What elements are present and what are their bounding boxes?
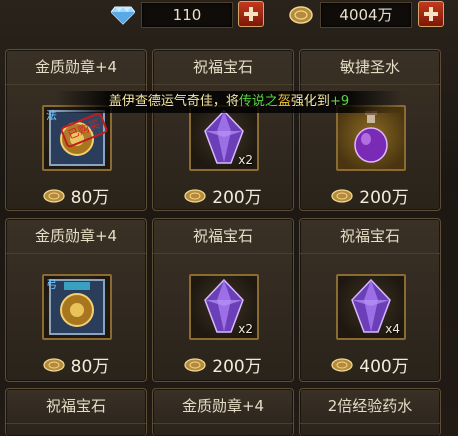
shop-item-card[interactable]: 祝福宝石 x4 400万 (299, 218, 441, 382)
price-value: 80万 (70, 188, 110, 208)
item-price: 200万 (153, 352, 293, 377)
gold-coin-icon (43, 357, 65, 372)
item-slot[interactable]: 法 已购买 (42, 105, 112, 171)
currency-bar: 110 4004万 (0, 0, 458, 30)
item-price: 80万 (6, 352, 146, 377)
banner-item-name: 传说之 (238, 94, 278, 109)
item-title: 祝福宝石 (6, 389, 146, 424)
item-slot[interactable]: x4 (336, 274, 406, 340)
shop-item-card[interactable]: 金质勋章+4 弓 80万 (5, 218, 147, 382)
item-title: 金质勋章+4 (6, 219, 146, 254)
price-value: 200万 (212, 357, 262, 377)
add-diamond-button[interactable] (238, 1, 264, 27)
item-quantity: x2 (238, 322, 253, 336)
diamond-icon (111, 6, 135, 25)
announcement-banner: 盖伊查德运气奇佳，将传说之盔强化到+9 (56, 91, 402, 113)
shop-item-card[interactable]: 金质勋章+4 法 已购买 80万 (5, 49, 147, 211)
shop-item-card[interactable]: 祝福宝石 x2 200万 (152, 49, 294, 211)
item-price: 200万 (153, 183, 293, 208)
item-slot[interactable]: x2 (189, 274, 259, 340)
banner-text: 强化到 (290, 94, 330, 109)
shop-screen: 110 4004万 金质勋章+4 法 已购买 80万 祝福宝石 x2 200万 … (0, 0, 458, 436)
price-value: 200万 (212, 188, 262, 208)
item-title: 祝福宝石 (153, 219, 293, 254)
potion-icon (354, 111, 388, 163)
gold-coin-icon (289, 6, 313, 24)
shop-item-card[interactable]: 敏捷圣水 200万 (299, 49, 441, 211)
shop-item-card[interactable]: 金质勋章+4 (152, 388, 294, 436)
price-value: 400万 (359, 357, 409, 377)
diamond-amount: 110 (141, 2, 233, 28)
item-quantity: x2 (238, 153, 253, 167)
gold-coin-icon (331, 357, 353, 372)
item-title: 金质勋章+4 (6, 50, 146, 85)
item-quantity: x4 (385, 322, 400, 336)
class-tag: 弓 (46, 278, 57, 291)
shop-item-card[interactable]: 祝福宝石 (5, 388, 147, 436)
item-title: 祝福宝石 (153, 50, 293, 85)
add-gold-button[interactable] (418, 1, 444, 27)
gold-amount: 4004万 (320, 2, 412, 28)
item-title: 2倍经验药水 (300, 389, 440, 424)
banner-text: 盖伊查德运气奇佳，将 (108, 94, 239, 109)
item-price: 80万 (6, 183, 146, 208)
item-slot[interactable]: 弓 (42, 274, 112, 340)
banner-enhance-level: +9 (329, 94, 350, 109)
item-title: 金质勋章+4 (153, 389, 293, 424)
item-price: 200万 (300, 183, 440, 208)
shop-item-card[interactable]: 祝福宝石 x2 200万 (152, 218, 294, 382)
price-value: 200万 (359, 188, 409, 208)
gold-coin-icon (43, 188, 65, 203)
item-title: 敏捷圣水 (300, 50, 440, 85)
item-slot[interactable] (336, 105, 406, 171)
banner-item-name-suffix: 盔 (277, 94, 291, 109)
item-title: 祝福宝石 (300, 219, 440, 254)
price-value: 80万 (70, 357, 110, 377)
gold-coin-icon (184, 188, 206, 203)
shop-item-card[interactable]: 2倍经验药水 (299, 388, 441, 436)
item-slot[interactable]: x2 (189, 105, 259, 171)
gold-coin-icon (184, 357, 206, 372)
gold-coin-icon (331, 188, 353, 203)
item-price: 400万 (300, 352, 440, 377)
